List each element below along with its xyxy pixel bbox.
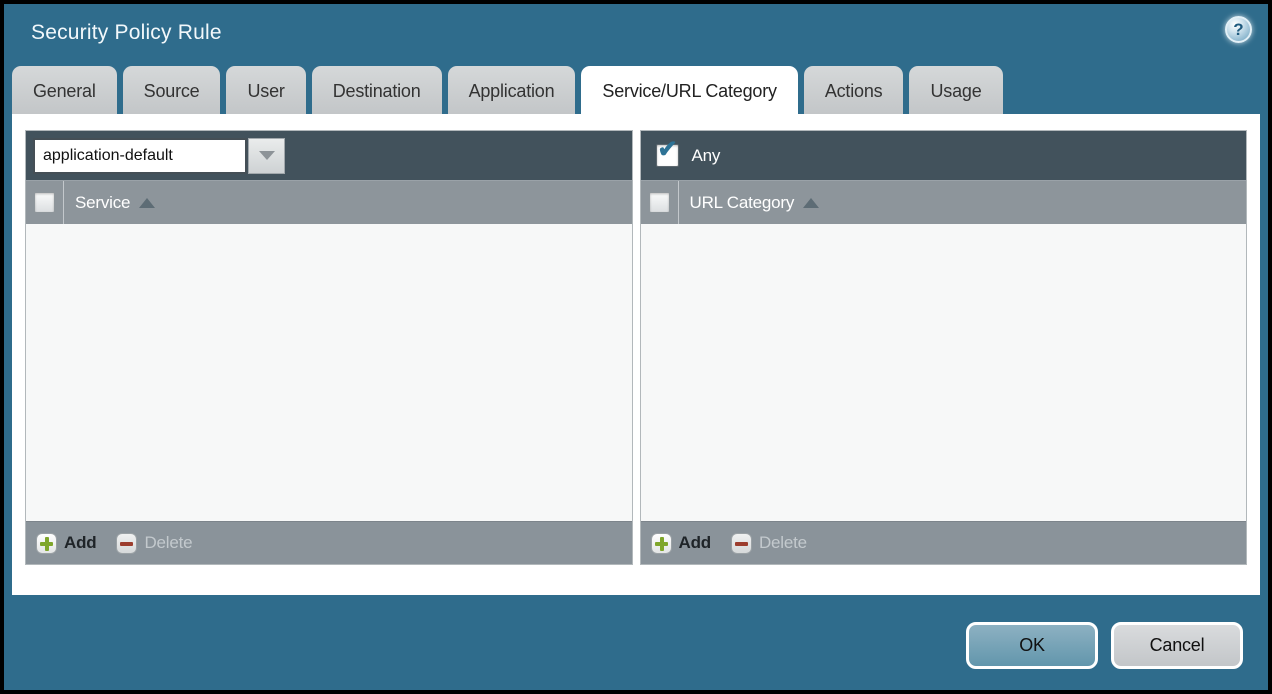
plus-icon: [36, 533, 57, 554]
tab-service-url-category[interactable]: Service/URL Category: [581, 66, 797, 114]
tab-user[interactable]: User: [226, 66, 305, 114]
url-any-row: ✔ Any: [648, 144, 721, 167]
tab-source[interactable]: Source: [123, 66, 221, 114]
minus-icon: [116, 533, 137, 554]
service-delete-button[interactable]: Delete: [116, 533, 192, 554]
service-column-label[interactable]: Service: [75, 193, 130, 213]
url-add-button[interactable]: Add: [651, 533, 711, 554]
url-category-panel-header: ✔ Any: [641, 131, 1247, 180]
url-category-panel-footer: Add Delete: [641, 521, 1247, 564]
url-any-label: Any: [692, 146, 721, 166]
sort-ascending-icon[interactable]: [803, 198, 819, 208]
tab-actions[interactable]: Actions: [804, 66, 904, 114]
service-mode-combobox: [33, 138, 285, 174]
chevron-down-icon: [259, 151, 275, 160]
dialog-title: Security Policy Rule: [31, 21, 1268, 45]
url-select-all-cell: [641, 181, 679, 224]
tab-content: Service Add Delete ✔: [12, 114, 1260, 595]
service-mode-dropdown-button[interactable]: [248, 138, 285, 174]
url-category-column-label[interactable]: URL Category: [690, 193, 795, 213]
delete-button-label: Delete: [759, 533, 807, 553]
service-mode-input[interactable]: [33, 138, 247, 174]
add-button-label: Add: [64, 533, 96, 553]
tab-bar: General Source User Destination Applicat…: [4, 66, 1268, 114]
checkmark-icon: ✔: [658, 138, 678, 162]
delete-button-label: Delete: [144, 533, 192, 553]
url-category-list: [641, 224, 1247, 521]
service-column-header: Service: [26, 180, 632, 224]
url-any-checkbox[interactable]: ✔: [656, 144, 679, 167]
security-policy-rule-dialog: Security Policy Rule ? General Source Us…: [0, 0, 1272, 694]
url-category-column-header: URL Category: [641, 180, 1247, 224]
service-select-all-cell: [26, 181, 64, 224]
titlebar: Security Policy Rule ?: [4, 4, 1268, 66]
ok-button[interactable]: OK: [966, 622, 1098, 669]
url-category-panel: ✔ Any URL Category Add: [640, 130, 1248, 565]
cancel-button[interactable]: Cancel: [1111, 622, 1243, 669]
plus-icon: [651, 533, 672, 554]
service-add-button[interactable]: Add: [36, 533, 96, 554]
minus-icon: [731, 533, 752, 554]
service-panel-header: [26, 131, 632, 180]
tab-general[interactable]: General: [12, 66, 117, 114]
service-select-all-checkbox[interactable]: [34, 192, 55, 213]
service-list: [26, 224, 632, 521]
tab-usage[interactable]: Usage: [909, 66, 1002, 114]
url-select-all-checkbox[interactable]: [649, 192, 670, 213]
tab-application[interactable]: Application: [448, 66, 576, 114]
service-panel: Service Add Delete: [25, 130, 633, 565]
tab-destination[interactable]: Destination: [312, 66, 442, 114]
add-button-label: Add: [679, 533, 711, 553]
help-icon[interactable]: ?: [1225, 16, 1252, 43]
service-panel-footer: Add Delete: [26, 521, 632, 564]
sort-ascending-icon[interactable]: [139, 198, 155, 208]
url-delete-button[interactable]: Delete: [731, 533, 807, 554]
dialog-button-bar: OK Cancel: [4, 595, 1268, 669]
